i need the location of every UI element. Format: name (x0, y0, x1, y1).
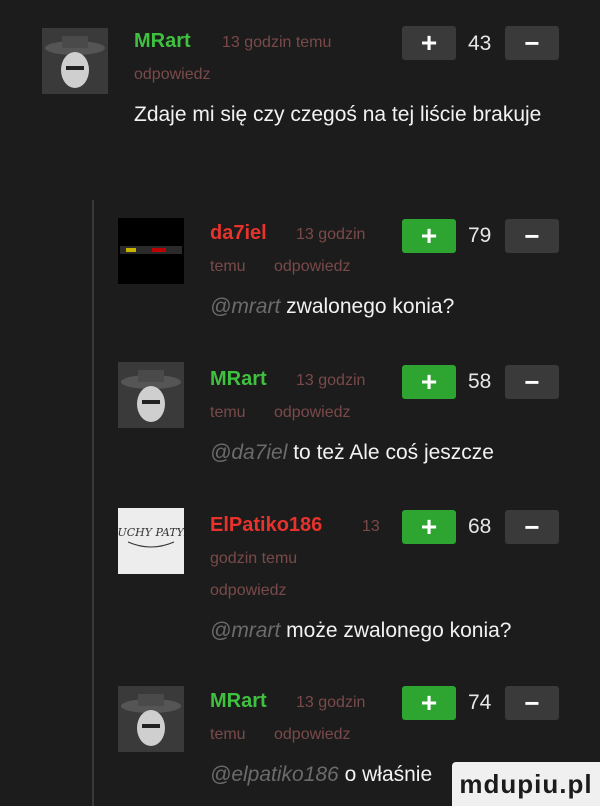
comment-time-suffix: temu (210, 404, 246, 421)
comment-text-body: Zdaje mi się czy czegoś na tej liście br… (134, 103, 542, 126)
comment-time: 13 (362, 518, 380, 535)
upvote-button[interactable]: + (402, 686, 456, 720)
avatar[interactable]: SUCHY PATYK (118, 508, 184, 574)
comment-time-suffix: godzin temu (210, 550, 298, 567)
vote-score: 58 (468, 370, 492, 393)
comment-author[interactable]: MRart (210, 690, 267, 713)
comment-text: @mrart może zwalonego konia? (210, 616, 511, 645)
reply-link[interactable]: odpowiedz (134, 64, 211, 86)
comment-text: @mrart zwalonego konia? (210, 292, 454, 321)
downvote-button[interactable]: − (505, 365, 559, 399)
downvote-button[interactable]: − (505, 510, 559, 544)
comment-text-body: może zwalonego konia? (286, 619, 512, 642)
comment-time-suffix: temu (210, 726, 246, 743)
upvote-button[interactable]: + (402, 219, 456, 253)
reply-link[interactable]: odpowiedz (274, 724, 351, 746)
comment-author[interactable]: da7iel (210, 222, 267, 245)
downvote-button[interactable]: − (505, 219, 559, 253)
comment-text-body: to też Ale coś jeszcze (293, 441, 494, 464)
reply-link[interactable]: odpowiedz (274, 402, 351, 424)
downvote-button[interactable]: − (505, 26, 559, 60)
reply-link[interactable]: odpowiedz (274, 256, 351, 278)
vote-score: 68 (468, 515, 492, 538)
thread-line (92, 200, 94, 806)
upvote-button[interactable]: + (402, 26, 456, 60)
avatar[interactable] (42, 28, 108, 94)
comment-time-suffix: temu (210, 258, 246, 275)
comment-time: 13 godzin (296, 372, 366, 389)
avatar[interactable] (118, 218, 184, 284)
user-mention[interactable]: @mrart (210, 295, 280, 318)
comment-text: @da7iel to też Ale coś jeszcze (210, 438, 494, 467)
reply-link[interactable]: odpowiedz (210, 580, 287, 602)
comment-text: @elpatiko186 o właśnie (210, 760, 432, 789)
user-mention[interactable]: @mrart (210, 619, 280, 642)
user-mention[interactable]: @elpatiko186 (210, 763, 339, 786)
vote-score: 79 (468, 224, 492, 247)
upvote-button[interactable]: + (402, 365, 456, 399)
avatar[interactable] (118, 686, 184, 752)
comment-text-body: zwalonego konia? (286, 295, 455, 318)
comment-time: 13 godzin (296, 226, 366, 243)
comment-text-body: o właśnie (344, 763, 433, 786)
comment-text: Zdaje mi się czy czegoś na tej liście br… (134, 100, 554, 129)
comment-author[interactable]: ElPatiko186 (210, 514, 322, 537)
avatar[interactable] (118, 362, 184, 428)
site-watermark: mdupiu.pl (452, 762, 600, 806)
user-mention[interactable]: @da7iel (210, 441, 287, 464)
comment-author[interactable]: MRart (134, 30, 191, 53)
vote-score: 43 (468, 32, 492, 55)
upvote-button[interactable]: + (402, 510, 456, 544)
comment-time: 13 godzin temu (222, 34, 332, 51)
comment-author[interactable]: MRart (210, 368, 267, 391)
avatar-text-top: SUCHY PATYK (118, 526, 184, 539)
comment-time: 13 godzin (296, 694, 366, 711)
vote-score: 74 (468, 691, 492, 714)
downvote-button[interactable]: − (505, 686, 559, 720)
